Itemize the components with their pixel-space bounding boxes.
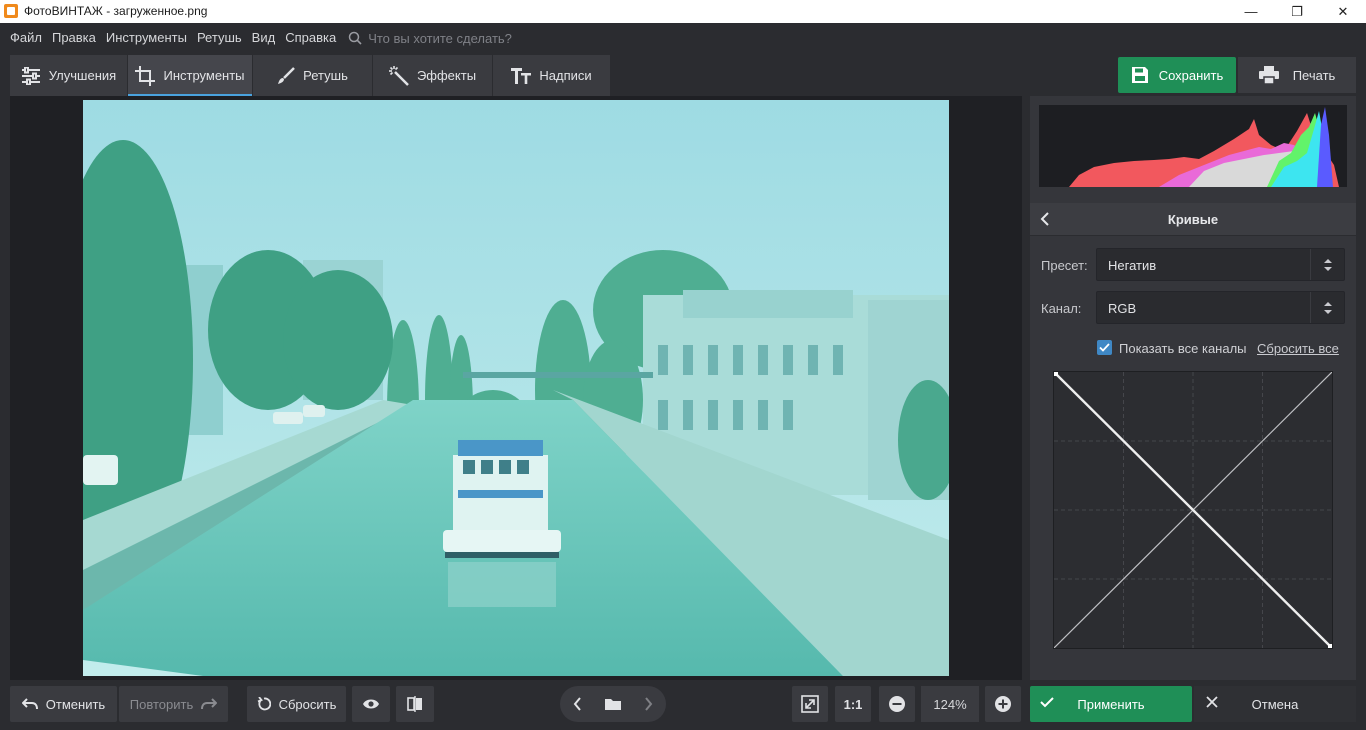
preview-button[interactable] <box>352 686 390 722</box>
main-tabs: Улучшения Инструменты Ретушь Эффекты Над… <box>10 55 611 96</box>
plus-circle-icon <box>995 696 1011 712</box>
curve-point <box>1054 372 1058 376</box>
open-folder-button[interactable] <box>595 686 630 722</box>
print-button[interactable]: Печать <box>1238 57 1356 93</box>
curves-editor[interactable] <box>1053 371 1333 649</box>
apply-button[interactable]: Применить <box>1030 686 1192 722</box>
undo-label: Отменить <box>45 696 106 712</box>
photo-preview[interactable] <box>83 100 949 676</box>
tab-label: Надписи <box>539 68 592 83</box>
window-title: ФотоВИНТАЖ - загруженное.png <box>24 4 208 18</box>
chevron-left-icon <box>573 697 581 711</box>
undo-icon <box>21 698 38 710</box>
brush-icon <box>277 66 296 85</box>
actual-size-button[interactable]: 1:1 <box>835 686 871 722</box>
fit-to-screen-button[interactable] <box>792 686 828 722</box>
search-icon <box>348 31 362 45</box>
channel-label: Канал: <box>1041 301 1082 316</box>
channel-value: RGB <box>1108 301 1137 316</box>
updown-arrows-icon <box>1310 292 1344 323</box>
compare-button[interactable] <box>396 686 434 722</box>
maximize-button[interactable]: ❐ <box>1274 0 1320 23</box>
menu-help[interactable]: Справка <box>281 23 342 53</box>
tab-label: Улучшения <box>48 68 117 83</box>
cancel-label: Отмена <box>1251 696 1299 712</box>
text-icon <box>511 67 532 84</box>
checkmark-icon <box>1040 697 1054 708</box>
zoom-value: 124% <box>921 686 979 722</box>
image-navigation <box>560 686 666 722</box>
menu-file[interactable]: Файл <box>0 23 48 53</box>
tab-effects[interactable]: Эффекты <box>373 55 493 96</box>
tab-label: Инструменты <box>163 68 245 83</box>
tab-label: Эффекты <box>416 68 477 83</box>
menu-view[interactable]: Вид <box>248 23 282 53</box>
channel-select[interactable]: RGB <box>1096 291 1345 324</box>
reset-icon <box>257 697 271 711</box>
preset-label: Пресет: <box>1041 258 1088 273</box>
redo-button[interactable]: Повторить <box>119 686 228 722</box>
prev-image-button[interactable] <box>560 686 595 722</box>
print-label: Печать <box>1292 67 1336 83</box>
photo-image <box>83 100 949 676</box>
curves-header: Кривые <box>1030 203 1356 236</box>
tab-label: Ретушь <box>303 68 348 83</box>
checkmark-icon <box>1099 343 1110 352</box>
redo-icon <box>201 698 218 710</box>
magic-wand-icon <box>388 65 409 86</box>
chevron-right-icon <box>645 697 653 711</box>
apply-label: Применить <box>1077 696 1145 712</box>
eye-icon <box>363 699 379 709</box>
zoom-out-button[interactable] <box>879 686 915 722</box>
save-button[interactable]: Сохранить <box>1118 57 1236 93</box>
cancel-button[interactable]: Отмена <box>1194 686 1356 722</box>
command-search <box>348 30 569 46</box>
close-icon <box>1206 696 1218 708</box>
save-label: Сохранить <box>1158 67 1224 83</box>
show-all-channels-checkbox[interactable] <box>1097 340 1112 355</box>
printer-icon <box>1258 66 1279 84</box>
menu-edit[interactable]: Правка <box>48 23 102 53</box>
app-logo-icon <box>4 4 18 18</box>
reset-all-link[interactable]: Сбросить все <box>1257 341 1339 356</box>
tab-tools[interactable]: Инструменты <box>128 55 253 96</box>
minimize-button[interactable]: — <box>1228 0 1274 23</box>
fit-screen-icon <box>801 695 819 713</box>
redo-label: Повторить <box>129 696 194 712</box>
folder-icon <box>604 699 621 710</box>
crop-icon <box>135 65 156 86</box>
histogram <box>1039 105 1347 187</box>
search-input[interactable] <box>368 30 569 46</box>
menu-retouch[interactable]: Ретушь <box>193 23 248 53</box>
updown-arrows-icon <box>1310 249 1344 280</box>
preset-select[interactable]: Негатив <box>1096 248 1345 281</box>
minus-circle-icon <box>889 696 905 712</box>
reset-button[interactable]: Сбросить <box>247 686 346 722</box>
compare-icon <box>407 696 422 712</box>
curves-title: Кривые <box>1167 212 1219 227</box>
sliders-icon <box>21 66 41 85</box>
tab-captions[interactable]: Надписи <box>493 55 611 96</box>
preset-value: Негатив <box>1108 258 1157 273</box>
reset-label: Сбросить <box>278 696 337 712</box>
undo-button[interactable]: Отменить <box>10 686 117 722</box>
tab-enhancements[interactable]: Улучшения <box>10 55 128 96</box>
menu-tools[interactable]: Инструменты <box>102 23 193 53</box>
close-button[interactable]: ✕ <box>1320 0 1366 23</box>
zoom-in-button[interactable] <box>985 686 1021 722</box>
curve-point <box>1328 644 1332 648</box>
show-all-channels-label[interactable]: Показать все каналы <box>1119 341 1247 356</box>
next-image-button[interactable] <box>631 686 666 722</box>
menu-bar: Файл Правка Инструменты Ретушь Вид Справ… <box>0 23 1366 53</box>
tab-retouch[interactable]: Ретушь <box>253 55 373 96</box>
save-icon <box>1131 67 1148 83</box>
title-bar: ФотоВИНТАЖ - загруженное.png — ❐ ✕ <box>0 0 1366 23</box>
